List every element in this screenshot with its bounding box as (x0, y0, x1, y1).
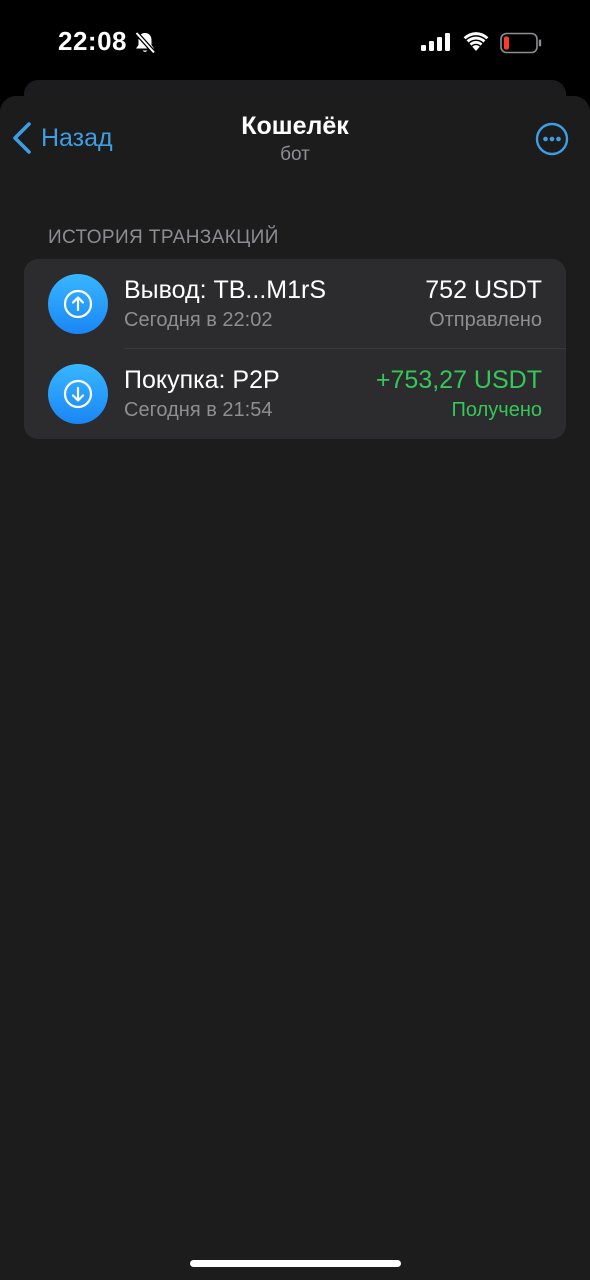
withdraw-circle (48, 274, 108, 334)
cellular-signal-icon (421, 33, 451, 56)
transaction-status: Получено (451, 399, 542, 421)
status-bar: 22:08 (0, 0, 590, 80)
transaction-amount: 752 USDT (425, 276, 542, 304)
transaction-list: Вывод: TB...M1rS Сегодня в 22:02 752 USD… (24, 259, 566, 439)
section-header: ИСТОРИЯ ТРАНЗАКЦИЙ (48, 227, 279, 248)
arrow-up-icon (63, 289, 93, 319)
page-subtitle: бот (280, 144, 310, 165)
transaction-status: Отправлено (429, 309, 542, 331)
home-indicator[interactable] (190, 1260, 401, 1267)
transaction-amount: +753,27 USDT (375, 366, 542, 394)
transaction-title: Вывод: TB...M1rS (124, 276, 326, 304)
bell-muted-icon (134, 31, 156, 60)
page-title: Кошелёк (241, 112, 349, 140)
transaction-row[interactable]: Покупка: P2P Сегодня в 21:54 +753,27 USD… (24, 349, 566, 439)
arrow-down-icon (63, 379, 93, 409)
navigation-bar: Назад Кошелёк бот (0, 96, 590, 186)
transaction-row[interactable]: Вывод: TB...M1rS Сегодня в 22:02 752 USD… (24, 259, 566, 349)
deposit-circle (48, 364, 108, 424)
more-options-icon (535, 122, 569, 156)
transaction-title: Покупка: P2P (124, 366, 280, 394)
status-time: 22:08 (58, 26, 127, 56)
more-button[interactable] (535, 122, 569, 156)
transaction-time: Сегодня в 21:54 (124, 399, 273, 421)
battery-low-icon (500, 32, 542, 59)
wifi-icon (463, 32, 489, 57)
transaction-time: Сегодня в 22:02 (124, 309, 273, 331)
